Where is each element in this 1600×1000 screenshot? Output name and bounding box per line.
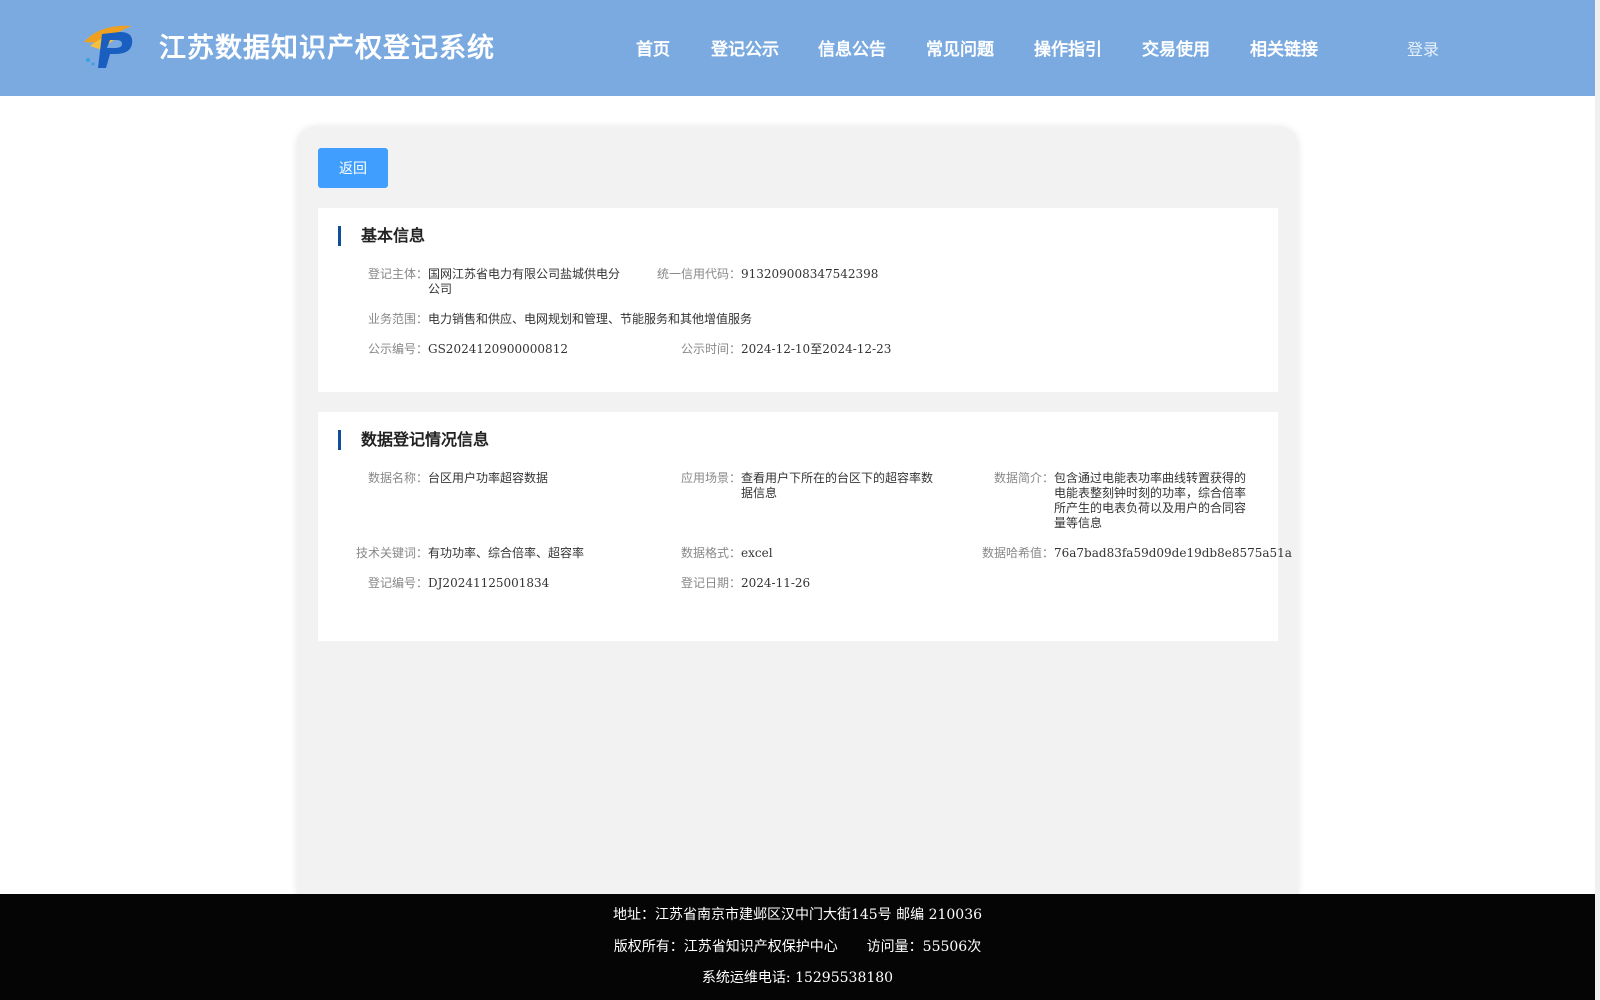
field-publicity-number-label: 公示编号： bbox=[367, 342, 428, 356]
field-application-scene-label: 应用场景： bbox=[680, 471, 741, 485]
nav-item-faq[interactable]: 常见问题 bbox=[926, 35, 994, 60]
login-link[interactable]: 登录 bbox=[1407, 36, 1439, 60]
nav-item-home[interactable]: 首页 bbox=[636, 35, 670, 60]
nav-item-announcements[interactable]: 信息公告 bbox=[818, 35, 886, 60]
field-registration-number: 登记编号： DJ20241125001834 bbox=[318, 576, 631, 592]
field-publicity-number-value: GS2024120900000812 bbox=[428, 342, 568, 356]
field-subject: 登记主体： 国网江苏省电力有限公司盐城供电分公司 bbox=[318, 267, 638, 299]
field-data-format: 数据格式： excel bbox=[631, 546, 944, 562]
field-application-scene: 应用场景： 查看用户下所在的台区下的超容率数据信息 bbox=[631, 471, 944, 503]
field-business-scope: 业务范围： 电力销售和供应、电网规划和管理、节能服务和其他增值服务 bbox=[318, 312, 1018, 328]
footer-address: 地址：江苏省南京市建邺区汉中门大街145号 邮编 210036 bbox=[612, 907, 983, 923]
field-credit-code: 统一信用代码： 913209008347542398 bbox=[628, 267, 948, 283]
field-credit-code-label: 统一信用代码： bbox=[656, 267, 741, 281]
field-registration-number-label: 登记编号： bbox=[367, 576, 428, 590]
field-registration-number-value: DJ20241125001834 bbox=[428, 576, 550, 590]
field-subject-label: 登记主体： bbox=[367, 267, 428, 281]
data-registration-panel: 数据登记情况信息 数据名称： 台区用户功率超容数据 应用场景： 查看用户下所在的… bbox=[318, 412, 1292, 641]
back-button[interactable]: 返回 bbox=[318, 148, 388, 188]
data-registration-title: 数据登记情况信息 bbox=[338, 430, 489, 450]
field-subject-value: 国网江苏省电力有限公司盐城供电分公司 bbox=[428, 267, 621, 296]
field-business-scope-value: 电力销售和供应、电网规划和管理、节能服务和其他增值服务 bbox=[428, 312, 753, 326]
top-header: 江苏数据知识产权登记系统 首页 登记公示 信息公告 常见问题 操作指引 交易使用… bbox=[0, 0, 1595, 96]
nav-item-guide[interactable]: 操作指引 bbox=[1034, 35, 1102, 60]
field-data-hash-label: 数据哈希值： bbox=[981, 546, 1054, 560]
main-nav: 首页 登记公示 信息公告 常见问题 操作指引 交易使用 相关链接 bbox=[0, 0, 1595, 96]
field-registration-date-value: 2024-11-26 bbox=[741, 576, 811, 590]
page-scrollbar[interactable] bbox=[1595, 0, 1600, 1000]
field-data-brief: 数据简介： 包含通过电能表功率曲线转置获得的电能表整刻钟时刻的功率，综合倍率所产… bbox=[944, 471, 1264, 535]
field-publicity-number: 公示编号： GS2024120900000812 bbox=[318, 342, 638, 358]
nav-item-registration-publicity[interactable]: 登记公示 bbox=[711, 35, 779, 60]
field-publicity-time-value: 2024-12-10至2024-12-23 bbox=[741, 342, 892, 356]
field-data-hash: 数据哈希值： 76a7bad83fa59d09de19db8e8575a51a bbox=[944, 546, 1292, 562]
nav-item-links[interactable]: 相关链接 bbox=[1250, 35, 1318, 60]
field-registration-date: 登记日期： 2024-11-26 bbox=[631, 576, 944, 592]
footer-phone: 系统运维电话: 15295538180 bbox=[701, 970, 894, 986]
detail-card: 返回 基本信息 登记主体： 国网江苏省电力有限公司盐城供电分公司 统一信用代码：… bbox=[297, 127, 1298, 907]
field-data-name-label: 数据名称： bbox=[367, 471, 428, 485]
basic-info-title: 基本信息 bbox=[338, 226, 425, 246]
field-tech-keywords-label: 技术关键词： bbox=[355, 546, 428, 560]
page-footer: 地址：江苏省南京市建邺区汉中门大街145号 邮编 210036 版权所有：江苏省… bbox=[0, 894, 1595, 1000]
field-data-format-label: 数据格式： bbox=[680, 546, 741, 560]
field-data-brief-value: 包含通过电能表功率曲线转置获得的电能表整刻钟时刻的功率，综合倍率所产生的电表负荷… bbox=[1054, 471, 1247, 530]
field-data-hash-value: 76a7bad83fa59d09de19db8e8575a51a bbox=[1054, 546, 1292, 560]
field-business-scope-label: 业务范围： bbox=[367, 312, 428, 326]
field-tech-keywords: 技术关键词： 有功功率、综合倍率、超容率 bbox=[318, 546, 631, 562]
field-credit-code-value: 913209008347542398 bbox=[741, 267, 879, 281]
field-registration-date-label: 登记日期： bbox=[680, 576, 741, 590]
field-application-scene-value: 查看用户下所在的台区下的超容率数据信息 bbox=[741, 471, 934, 500]
field-publicity-time-label: 公示时间： bbox=[680, 342, 741, 356]
footer-copyright: 版权所有：江苏省知识产权保护中心 bbox=[613, 939, 838, 955]
field-tech-keywords-value: 有功功率、综合倍率、超容率 bbox=[428, 546, 585, 560]
footer-copyright-line: 版权所有：江苏省知识产权保护中心 访问量：55506次 bbox=[0, 936, 1595, 956]
field-data-format-value: excel bbox=[741, 546, 773, 560]
field-data-name-value: 台区用户功率超容数据 bbox=[428, 471, 549, 485]
footer-visits: 访问量：55506次 bbox=[866, 939, 982, 955]
field-publicity-time: 公示时间： 2024-12-10至2024-12-23 bbox=[628, 342, 988, 358]
nav-item-trading[interactable]: 交易使用 bbox=[1142, 35, 1210, 60]
field-data-name: 数据名称： 台区用户功率超容数据 bbox=[318, 471, 631, 487]
field-data-brief-label: 数据简介： bbox=[993, 471, 1054, 485]
basic-info-panel: 基本信息 登记主体： 国网江苏省电力有限公司盐城供电分公司 统一信用代码： 91… bbox=[318, 208, 1278, 392]
